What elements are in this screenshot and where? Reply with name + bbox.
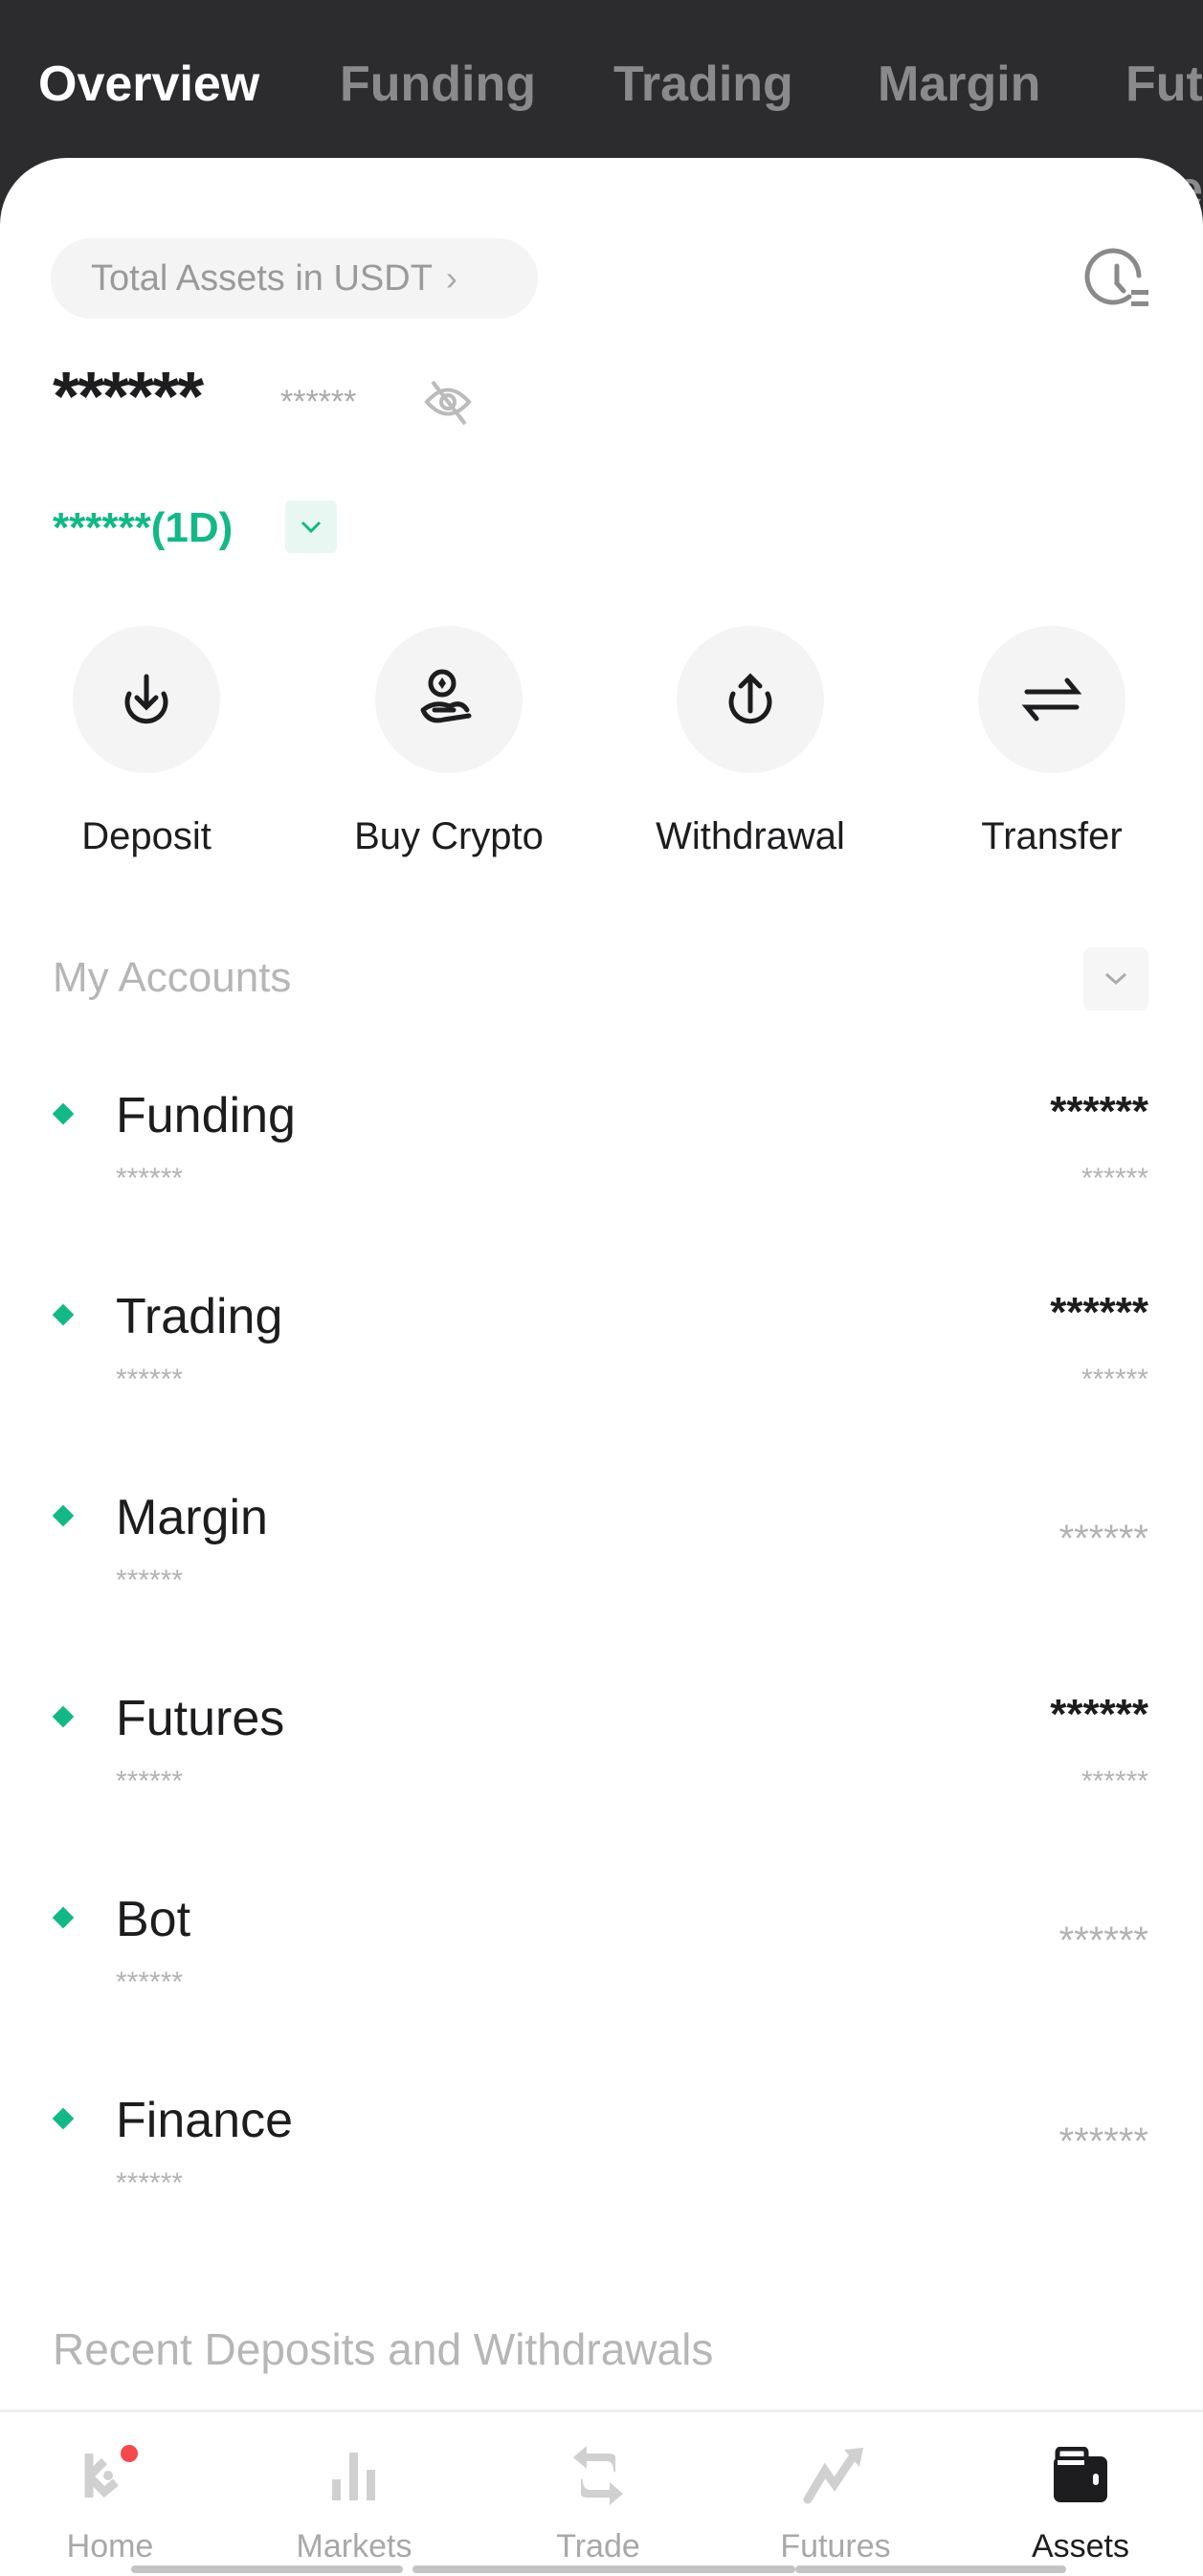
account-sub: ****** <box>116 1163 184 1194</box>
diamond-icon <box>52 2107 75 2130</box>
account-sub: ****** <box>116 1565 184 1596</box>
tab-trading[interactable]: Trading <box>613 56 793 113</box>
bottom-nav: Home Markets Trade Futures Assets <box>0 2409 1203 2576</box>
account-sub: ****** <box>116 1765 184 1797</box>
deposit-label: Deposit <box>81 815 212 857</box>
account-row-trading[interactable]: Trading ****** ****** ****** <box>0 1273 1203 1474</box>
tab-overview[interactable]: Overview <box>38 56 259 113</box>
my-accounts-toggle[interactable] <box>1083 947 1148 1010</box>
total-assets-currency-button[interactable]: Total Assets in USDT › <box>51 238 538 319</box>
account-name: Trading <box>116 1289 283 1344</box>
transfer-label: Transfer <box>981 815 1123 857</box>
total-assets-label: Total Assets in USDT <box>91 257 433 299</box>
nav-label: Home <box>66 2528 154 2565</box>
nav-home[interactable]: Home <box>14 2441 206 2565</box>
account-row-futures[interactable]: Futures ****** ****** ****** <box>0 1675 1203 1876</box>
nav-assets[interactable]: Assets <box>985 2441 1176 2565</box>
account-value-sub: ****** <box>1058 1920 1148 1962</box>
nav-markets[interactable]: Markets <box>258 2441 450 2565</box>
chevron-right-icon: › <box>445 258 457 298</box>
account-value-sub: ****** <box>1080 1765 1148 1797</box>
withdrawal-label: Withdrawal <box>656 815 845 857</box>
account-name: Bot <box>116 1892 191 1947</box>
total-assets-value: ****** <box>53 359 204 435</box>
swap-icon <box>573 2446 623 2505</box>
nav-label: Markets <box>296 2528 412 2565</box>
account-row-finance[interactable]: Finance ****** ****** <box>0 2076 1203 2277</box>
nav-label: Trade <box>556 2528 640 2565</box>
coin-hand-icon <box>420 669 472 723</box>
chevron-down-icon <box>1104 972 1127 986</box>
tab-margin[interactable]: Margin <box>878 56 1040 113</box>
buy-crypto-button[interactable]: Buy Crypto <box>334 626 564 859</box>
account-value-sub: ****** <box>1080 1364 1148 1395</box>
account-row-margin[interactable]: Margin ****** ****** <box>0 1474 1203 1675</box>
my-accounts-title: My Accounts <box>53 954 292 1001</box>
total-assets-fiat-value: ****** <box>280 384 357 420</box>
wallet-icon <box>1054 2447 1107 2502</box>
account-value-sub: ****** <box>1058 1518 1148 1560</box>
account-sub: ****** <box>116 2167 184 2199</box>
account-value: ****** <box>1050 1691 1148 1738</box>
upload-icon <box>728 673 772 724</box>
account-name: Funding <box>116 1088 296 1144</box>
buy-crypto-label: Buy Crypto <box>354 815 544 857</box>
tab-funding[interactable]: Funding <box>340 56 536 113</box>
account-sub: ****** <box>116 1966 184 1998</box>
account-value: ****** <box>1050 1289 1148 1336</box>
account-tabs: Overview Funding Trading Margin Futures <box>0 0 1203 322</box>
nav-label: Futures <box>780 2528 891 2565</box>
home-logo-icon <box>84 2445 138 2498</box>
eye-off-icon[interactable] <box>421 378 475 431</box>
trend-up-icon <box>803 2448 863 2504</box>
account-row-bot[interactable]: Bot ****** ****** <box>0 1876 1203 2076</box>
account-value: ****** <box>1050 1088 1148 1135</box>
bar-chart-icon <box>332 2453 375 2500</box>
scroll-indicator <box>131 2565 403 2573</box>
transfer-icon <box>1021 677 1082 722</box>
deposit-button[interactable]: Deposit <box>32 626 261 859</box>
nav-futures[interactable]: Futures <box>740 2441 931 2565</box>
chevron-down-icon <box>301 521 322 533</box>
account-value-sub: ****** <box>1058 2121 1148 2163</box>
recent-deposits-title: Recent Deposits and Withdrawals <box>53 2324 714 2374</box>
diamond-icon <box>52 1705 75 1728</box>
scroll-indicator <box>412 2565 795 2573</box>
diamond-icon <box>52 1102 75 1125</box>
account-name: Finance <box>116 2093 293 2148</box>
account-row-funding[interactable]: Funding ****** ****** ****** <box>0 1072 1203 1273</box>
account-sub: ****** <box>116 1364 184 1395</box>
account-name: Margin <box>116 1490 268 1545</box>
history-icon[interactable] <box>1083 247 1150 319</box>
pnl-change: ******(1D) <box>53 504 234 551</box>
account-value-sub: ****** <box>1080 1163 1148 1194</box>
transfer-button[interactable]: Transfer <box>937 626 1167 859</box>
withdrawal-button[interactable]: Withdrawal <box>635 626 865 859</box>
diamond-icon <box>52 1906 75 1929</box>
scroll-indicator <box>795 2565 1066 2573</box>
nav-trade[interactable]: Trade <box>502 2441 694 2565</box>
download-icon <box>124 674 168 724</box>
diamond-icon <box>52 1303 75 1326</box>
pnl-period-dropdown[interactable] <box>285 500 337 553</box>
diamond-icon <box>52 1504 75 1527</box>
account-name: Futures <box>116 1691 285 1746</box>
nav-label: Assets <box>1031 2528 1130 2565</box>
